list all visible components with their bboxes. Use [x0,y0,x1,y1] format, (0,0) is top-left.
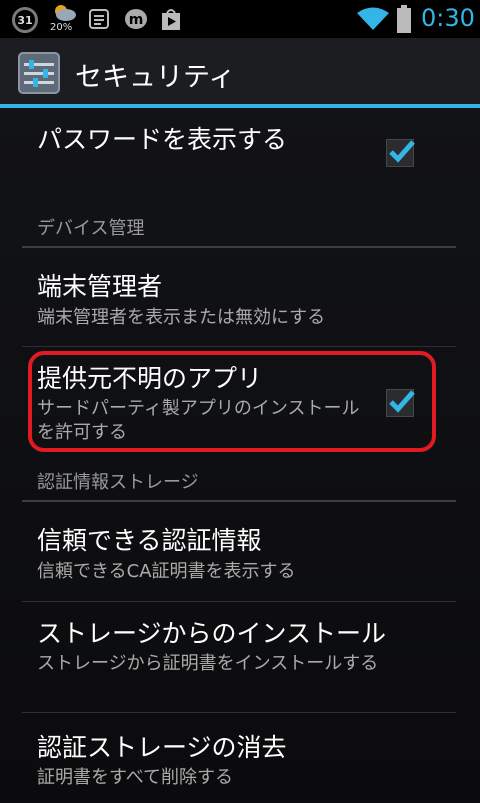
svg-text:m: m [129,12,144,28]
checkmark-icon [389,140,415,163]
page-title: セキュリティ [75,62,236,93]
battery-icon [397,5,411,33]
trusted-credentials-pref[interactable]: 信頼できる認証情報 信頼できるCA証明書を表示する [0,502,480,600]
install-from-storage-title: ストレージからのインストール [37,619,387,648]
red-highlight-annotation [28,351,436,452]
clear-credentials-summary: 証明書をすべて削除する [37,767,234,788]
trusted-credentials-title: 信頼できる認証情報 [37,526,262,555]
play-store-icon [158,6,184,32]
m-app-icon: m [124,8,148,30]
news-icon [88,8,110,30]
weather-icon: 20% [50,2,78,36]
clock: 0:30 [421,4,475,32]
wifi-icon [356,6,390,32]
show-password-title: パスワードを表示する [37,125,288,154]
action-bar: セキュリティ [0,38,480,106]
install-from-storage-summary: ストレージから証明書をインストールする [37,653,379,674]
trusted-credentials-summary: 信頼できるCA証明書を表示する [37,561,296,582]
calendar-icon: 31 [12,7,38,33]
clear-credentials-title: 認証ストレージの消去 [37,733,287,762]
preference-list: パスワードを表示する デバイス管理 端末管理者 端末管理者を表示または無効にする… [0,108,480,800]
show-password-pref[interactable]: パスワードを表示する [0,108,480,203]
category-credential-storage: 認証情報ストレージ [37,472,199,493]
clear-credentials-pref[interactable]: 認証ストレージの消去 証明書をすべて削除する [0,713,480,803]
category-device-management: デバイス管理 [37,218,145,239]
show-password-checkbox[interactable] [386,139,415,167]
status-bar: 31 20% m 0:30 [0,0,480,38]
device-admin-title: 端末管理者 [37,272,163,301]
device-admin-summary: 端末管理者を表示または無効にする [37,307,326,328]
calendar-day: 31 [17,13,33,27]
install-from-storage-pref[interactable]: ストレージからのインストール ストレージから証明書をインストールする [0,602,480,712]
settings-icon[interactable] [18,52,60,94]
device-admin-pref[interactable]: 端末管理者 端末管理者を表示または無効にする [0,248,480,346]
weather-temp: 20% [50,22,73,33]
